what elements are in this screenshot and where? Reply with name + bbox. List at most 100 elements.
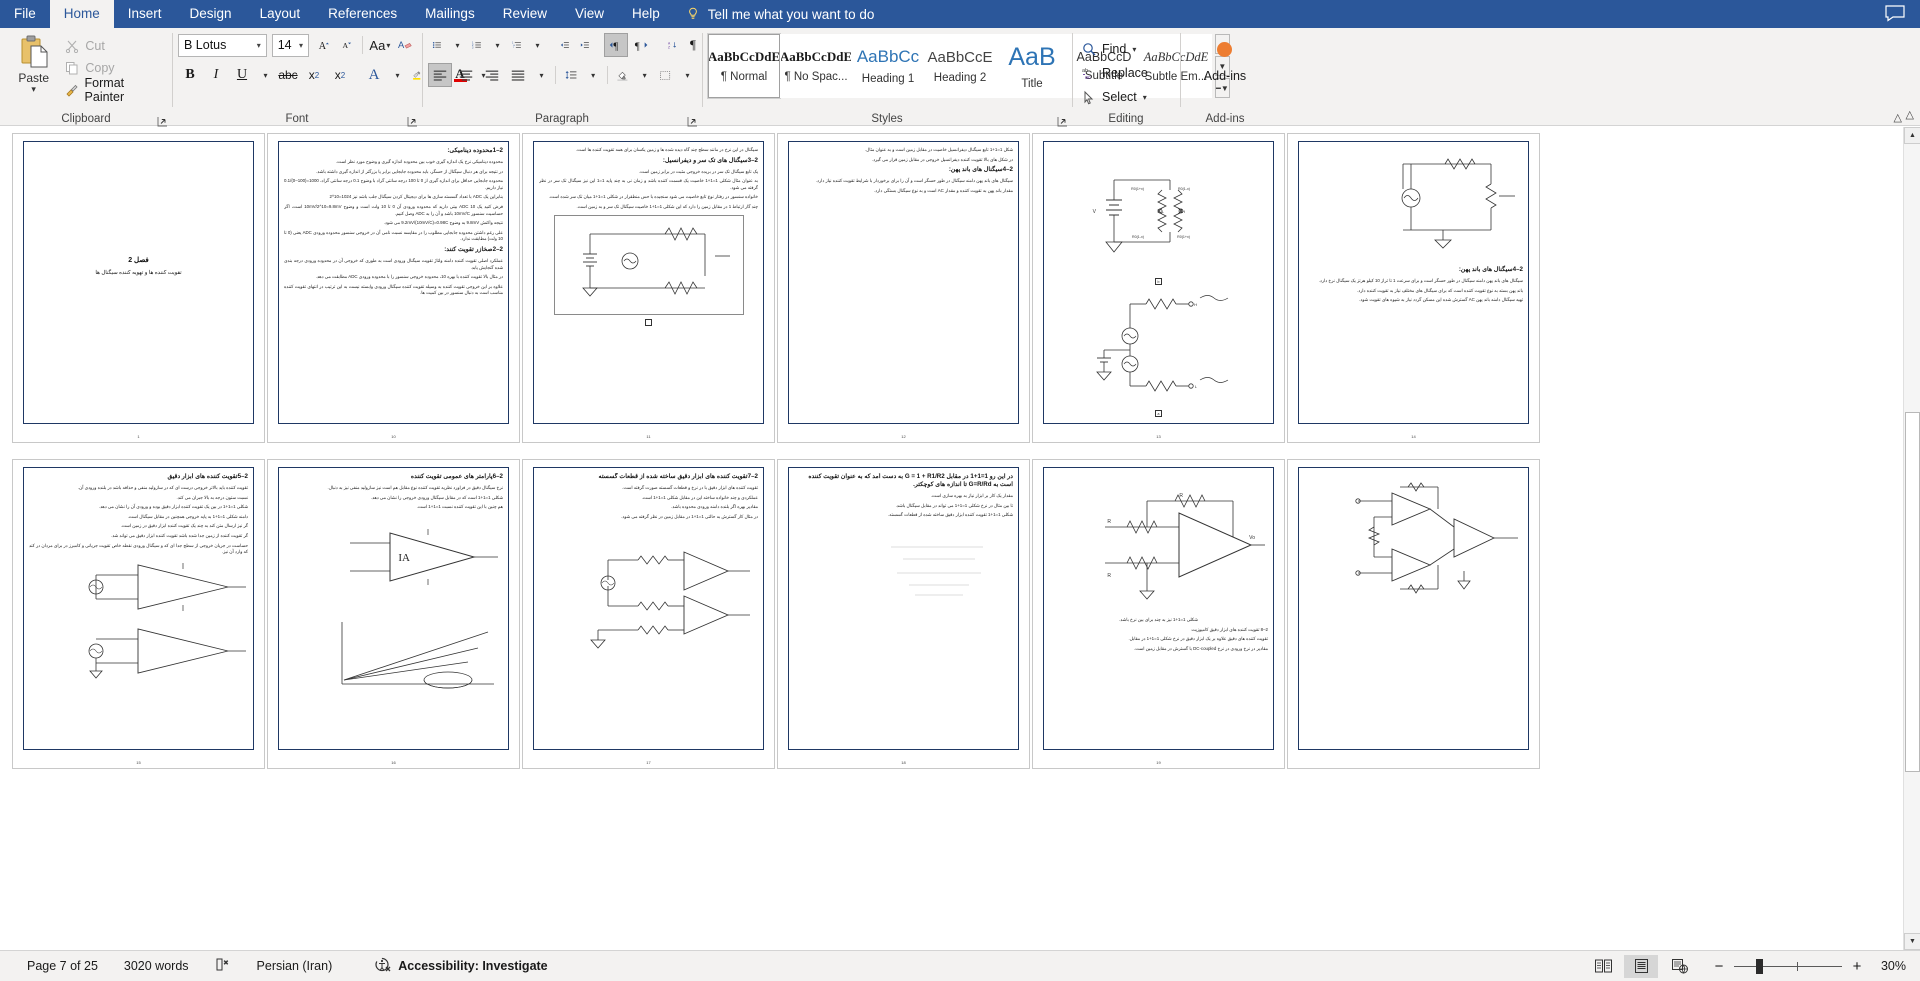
collapse-ribbon-icon[interactable]: △ xyxy=(1906,108,1914,121)
tab-review[interactable]: Review xyxy=(489,0,561,28)
shading-icon[interactable] xyxy=(612,63,633,87)
word-count[interactable]: 3020 words xyxy=(111,959,202,973)
zoom-out-button[interactable]: − xyxy=(1712,958,1726,975)
equivalent-source-figure[interactable]: H L xyxy=(1083,290,1234,405)
document-page[interactable]: R R R Vo شکلی 1=1+1 نیز به چند برای بین … xyxy=(1032,459,1285,769)
pilcrow-icon[interactable]: ¶ xyxy=(684,33,702,57)
print-layout-icon[interactable] xyxy=(1624,954,1658,978)
web-layout-icon[interactable] xyxy=(1662,955,1696,978)
numbering-dropdown[interactable]: ▾ xyxy=(488,33,506,57)
tab-file[interactable]: File xyxy=(0,0,50,28)
scroll-chevron-up-icon[interactable]: △ xyxy=(1894,111,1902,124)
align-center-icon[interactable] xyxy=(454,63,478,87)
increase-indent-icon[interactable] xyxy=(576,33,594,57)
bullets-icon[interactable] xyxy=(428,33,446,57)
document-page[interactable]: 2–6پارامتر های عمومی تقویت کننده نرخ سیگ… xyxy=(267,459,520,769)
wheatstone-bridge-figure[interactable]: V L H R0(1+x) R0(1-x) R0(1-x) R0(1+x) xyxy=(1083,168,1234,273)
cut-button[interactable]: Cut xyxy=(61,36,166,56)
circuit-figure[interactable] xyxy=(1304,150,1523,260)
select-button[interactable]: Select ▾ xyxy=(1078,86,1174,108)
copy-button[interactable]: Copy xyxy=(61,58,166,78)
chevron-down-icon[interactable]: ▾ xyxy=(294,41,308,50)
decrease-indent-icon[interactable] xyxy=(556,33,574,57)
zoom-slider[interactable] xyxy=(1734,958,1842,974)
bold-button[interactable]: B xyxy=(178,63,202,87)
tell-me-box[interactable]: Tell me what you want to do xyxy=(686,0,874,28)
bullets-dropdown[interactable]: ▾ xyxy=(448,33,466,57)
borders-icon[interactable] xyxy=(655,63,676,87)
line-spacing-dropdown[interactable]: ▾ xyxy=(584,63,602,87)
sort-icon[interactable]: AZ xyxy=(664,33,682,57)
multilevel-list-icon[interactable]: 1ai xyxy=(508,33,526,57)
replace-button[interactable]: ab ac Replace xyxy=(1078,62,1174,84)
zoom-slider-thumb[interactable] xyxy=(1756,958,1763,974)
document-page[interactable]: 2–7تقویت کننده های ابزار دقیق ساخته شده … xyxy=(522,459,775,769)
transfer-curve-figure[interactable] xyxy=(284,613,503,705)
grow-font-icon[interactable]: A xyxy=(314,33,334,57)
tab-help[interactable]: Help xyxy=(618,0,674,28)
instrumentation-amp-figure[interactable]: IA xyxy=(284,522,503,598)
page-indicator[interactable]: Page 7 of 25 xyxy=(14,959,111,973)
zoom-in-button[interactable]: + xyxy=(1850,958,1864,975)
multilevel-dropdown[interactable]: ▾ xyxy=(528,33,546,57)
vertical-scrollbar[interactable]: △ ▲ ▼ xyxy=(1894,112,1920,950)
zoom-level-label[interactable]: 30% xyxy=(1872,959,1906,973)
document-page[interactable]: 2–1محدوده دینامیکی: محدوده دینامیکی نرخ … xyxy=(267,133,520,443)
accessibility-status[interactable]: Accessibility: Investigate xyxy=(345,957,560,976)
shrink-font-icon[interactable]: A xyxy=(337,33,357,57)
tab-layout[interactable]: Layout xyxy=(246,0,315,28)
language-indicator[interactable]: Persian (Iran) xyxy=(244,959,346,973)
text-effects-dropdown[interactable]: ▾ xyxy=(388,63,406,87)
opamp-figure-bottom[interactable] xyxy=(29,622,248,684)
document-canvas[interactable]: فصل 2 تقویت کننده ها و تهویه کننده سیگنا… xyxy=(0,127,1920,950)
document-page[interactable]: فصل 2 تقویت کننده ها و تهویه کننده سیگنا… xyxy=(12,133,265,443)
opamp-gain-figure[interactable]: R R R Vo xyxy=(1049,481,1268,614)
scroll-down-button[interactable]: ▼ xyxy=(1904,933,1920,950)
comments-icon[interactable] xyxy=(1884,4,1906,24)
style-no-spacing[interactable]: AaBbCcDdE ¶ No Spac... xyxy=(780,34,852,98)
three-opamp-ia-figure[interactable] xyxy=(1304,479,1523,604)
find-button[interactable]: Find ▾ xyxy=(1078,38,1174,60)
italic-button[interactable]: I xyxy=(204,63,228,87)
scroll-up-button[interactable]: ▲ xyxy=(1904,127,1920,144)
styles-dialog-launcher[interactable] xyxy=(1057,114,1068,127)
tab-references[interactable]: References xyxy=(314,0,411,28)
tab-insert[interactable]: Insert xyxy=(114,0,176,28)
font-size-combo[interactable]: 14 ▾ xyxy=(271,33,310,57)
tab-mailings[interactable]: Mailings xyxy=(411,0,489,28)
align-left-icon[interactable] xyxy=(428,63,452,87)
document-page[interactable]: 2–5تقویت کننده های ابزار دقیق تقویت کنند… xyxy=(12,459,265,769)
read-mode-icon[interactable] xyxy=(1586,955,1620,978)
text-effects-button[interactable]: A xyxy=(362,63,386,87)
strikethrough-button[interactable]: abc xyxy=(276,63,300,87)
document-page[interactable]: 2–4سیگنال های باند پهن: سیگنال های باند … xyxy=(1287,133,1540,443)
change-case-button[interactable]: Aa ▾ xyxy=(368,33,392,57)
document-page[interactable]: V L H R0(1+x) R0(1-x) R0(1-x) R0(1+x) b xyxy=(1032,133,1285,443)
align-right-icon[interactable] xyxy=(480,63,504,87)
justify-dropdown[interactable]: ▾ xyxy=(532,63,550,87)
right-to-left-icon[interactable]: ¶ xyxy=(630,33,654,57)
circuit-figure[interactable] xyxy=(553,214,744,315)
paragraph-dialog-launcher[interactable] xyxy=(687,114,698,127)
tab-view[interactable]: View xyxy=(561,0,618,28)
proofing-status[interactable]: ✖ xyxy=(202,957,244,975)
document-page[interactable]: در این رو 1=1+1 در مقابل G = 1 + R1/R2 ب… xyxy=(777,459,1030,769)
format-painter-button[interactable]: Format Painter xyxy=(61,76,166,104)
style-heading-1[interactable]: AaBbCc Heading 1 xyxy=(852,34,924,98)
clipboard-dialog-launcher[interactable] xyxy=(157,114,168,127)
chevron-down-icon[interactable]: ▾ xyxy=(31,85,36,94)
borders-dropdown[interactable]: ▾ xyxy=(678,63,696,87)
numbering-icon[interactable]: 123 xyxy=(468,33,486,57)
tab-home[interactable]: Home xyxy=(49,0,114,28)
zoom-control[interactable]: − + 30% xyxy=(1712,958,1906,975)
opamp-figure-top[interactable] xyxy=(29,558,248,620)
document-page[interactable]: سیگنال در این نرخ در مانند سطح چند گاه د… xyxy=(522,133,775,443)
paste-button[interactable]: Paste ▾ xyxy=(6,32,61,126)
shading-dropdown[interactable]: ▾ xyxy=(635,63,653,87)
underline-button[interactable]: U xyxy=(230,63,254,87)
superscript-button[interactable]: x2 xyxy=(328,63,352,87)
justify-icon[interactable] xyxy=(506,63,530,87)
addins-button[interactable]: Add-ins xyxy=(1204,32,1246,126)
scrollbar-thumb[interactable] xyxy=(1905,412,1920,772)
document-page[interactable]: شکل 1=1+1 تابع سیگنال دیفرانسیل خاصیت در… xyxy=(777,133,1030,443)
